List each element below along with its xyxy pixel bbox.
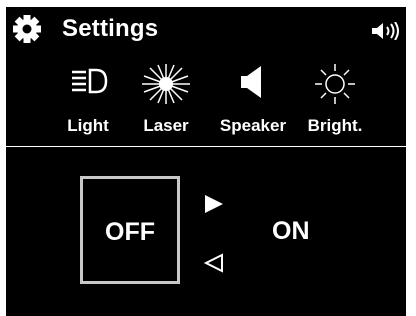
laser-burst-icon (142, 64, 190, 104)
off-label: OFF (105, 218, 155, 246)
tool-light[interactable]: Light (48, 56, 128, 142)
gear-icon[interactable] (12, 14, 42, 44)
tool-speaker[interactable]: Speaker (213, 56, 293, 142)
off-option[interactable]: OFF (80, 176, 180, 284)
device-screen: Settings Light Laser Speaker Bright. OFF… (6, 7, 406, 316)
tool-laser-label: Laser (143, 116, 189, 135)
tool-speaker-label: Speaker (219, 116, 287, 135)
divider (6, 146, 406, 147)
header-bar: Settings (6, 7, 406, 51)
headlight-icon (72, 68, 108, 94)
speaker-volume-icon[interactable] (370, 22, 400, 40)
tool-brightness-label: Bright. (307, 116, 363, 135)
on-option[interactable]: ON (272, 217, 310, 246)
page-title: Settings (62, 15, 159, 42)
tool-brightness[interactable]: Bright. (295, 56, 375, 142)
arrow-right-icon[interactable] (203, 193, 225, 215)
speaker-icon (241, 66, 261, 98)
settings-toolbar: Light Laser Speaker Bright. (6, 56, 406, 142)
arrow-left-icon[interactable] (203, 252, 225, 274)
sun-brightness-icon (315, 64, 355, 104)
tool-laser[interactable]: Laser (126, 56, 206, 142)
tool-light-label: Light (67, 116, 109, 135)
